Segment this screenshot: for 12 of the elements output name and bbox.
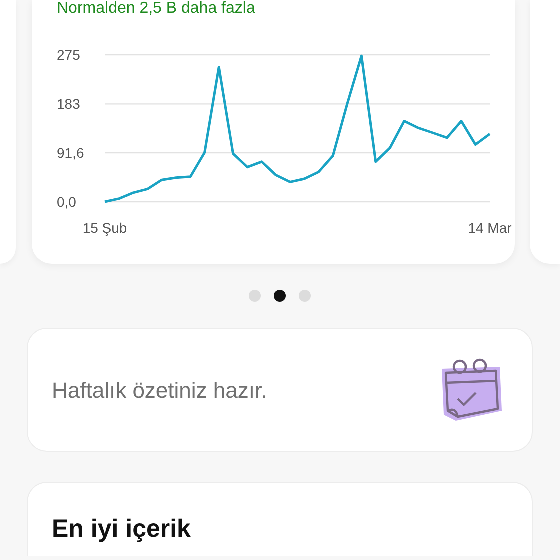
axis-label: 183: [57, 96, 80, 112]
axis-label: 15 Şub: [82, 220, 128, 236]
section-title: En iyi içerik: [52, 514, 192, 545]
page-dot[interactable]: [249, 290, 261, 302]
page-dot[interactable]: [274, 290, 286, 302]
summary-text: Haftalık özetiniz hazır.: [52, 376, 268, 404]
axis-label: 0,0: [57, 194, 76, 210]
comparison-text: Normalden 2,5 B daha fazla: [56, 0, 256, 19]
page-dot[interactable]: [299, 290, 311, 302]
axis-label: 91,6: [57, 145, 84, 162]
axis-label: 14 Mar: [468, 220, 512, 236]
axis-label: 275: [57, 47, 80, 63]
